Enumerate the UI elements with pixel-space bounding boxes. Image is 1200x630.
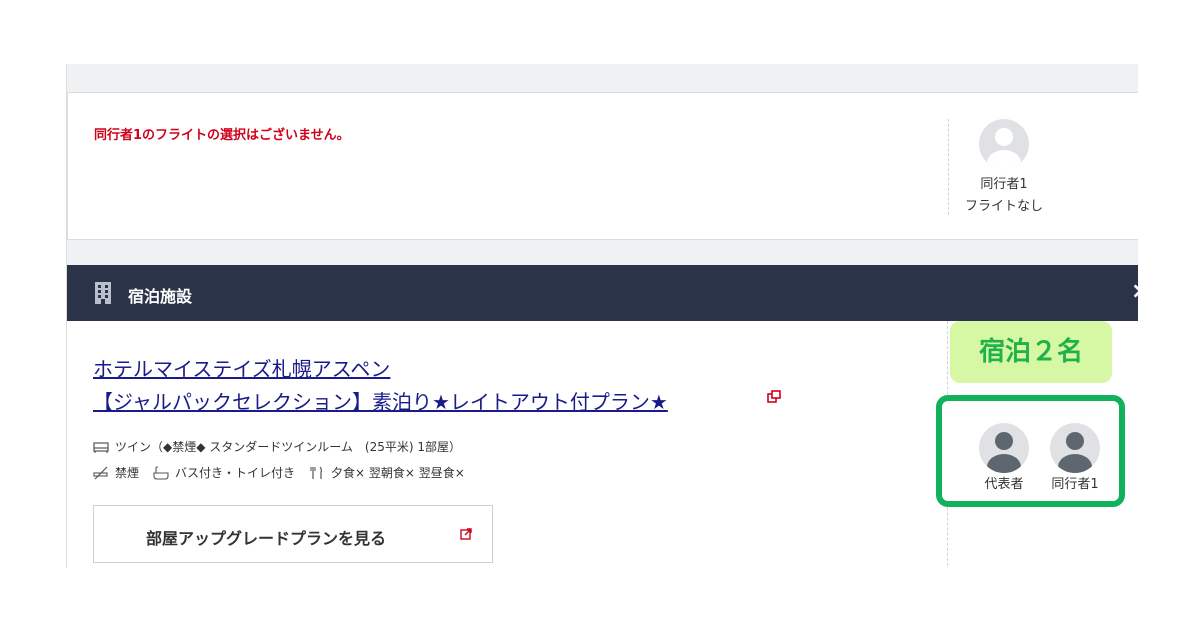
- building-icon: [95, 282, 111, 304]
- room-type: ツイン（◆禁煙◆ スタンダードツインルーム (25平米) 1部屋）: [115, 440, 461, 454]
- avatar-icon: [979, 119, 1029, 169]
- guest-list-highlight: 代表者 同行者1: [936, 395, 1125, 507]
- companion-flight-status: フライトなし: [964, 199, 1043, 214]
- no-flight-notice: 同行者1のフライトの選択はございません。: [94, 128, 350, 143]
- avatar-icon: [1050, 423, 1100, 473]
- guest-representative: 代表者: [976, 423, 1032, 495]
- collapse-icon[interactable]: ×: [1131, 279, 1138, 304]
- amenities-info: 禁煙 バス付き・トイレ付き 夕食× 翌朝食× 翌昼食×: [93, 464, 465, 481]
- flight-card: 同行者1のフライトの選択はございません。 同行者1 フライトなし: [67, 92, 1138, 240]
- guest-label: 同行者1: [1051, 477, 1099, 492]
- column-divider: [948, 119, 949, 215]
- hotel-name-link[interactable]: ホテルマイステイズ札幌アスペン: [93, 353, 390, 382]
- bath-toilet: バス付き・トイレ付き: [175, 466, 296, 480]
- companion-name: 同行者1: [980, 177, 1028, 192]
- bed-icon: [93, 441, 109, 453]
- hotel-section-title: 宿泊施設: [128, 287, 193, 306]
- room-upgrade-button[interactable]: 部屋アップグレードプランを見る: [93, 505, 493, 563]
- guest-label: 代表者: [984, 477, 1024, 492]
- room-upgrade-label: 部屋アップグレードプランを見る: [146, 529, 387, 548]
- hotel-section-header[interactable]: 宿泊施設 ×: [67, 265, 1138, 321]
- avatar-icon: [979, 423, 1029, 473]
- guest-count-badge: 宿泊２名: [950, 321, 1112, 383]
- room-info: ツイン（◆禁煙◆ スタンダードツインルーム (25平米) 1部屋）: [93, 438, 461, 455]
- no-smoking-icon: [93, 466, 108, 479]
- bath-icon: [153, 465, 169, 480]
- meal-icon: [310, 466, 322, 479]
- external-link-icon: [460, 528, 472, 540]
- flight-companion: 同行者1 フライトなし: [952, 119, 1056, 218]
- external-link-icon[interactable]: [767, 390, 781, 404]
- hotel-plan-link[interactable]: 【ジャルパックセレクション】素泊り★レイトアウト付プラン★: [93, 386, 668, 415]
- smoking-policy: 禁煙: [115, 466, 140, 480]
- meal-info: 夕食× 翌朝食× 翌昼食×: [331, 466, 465, 480]
- guest-companion: 同行者1: [1042, 423, 1108, 495]
